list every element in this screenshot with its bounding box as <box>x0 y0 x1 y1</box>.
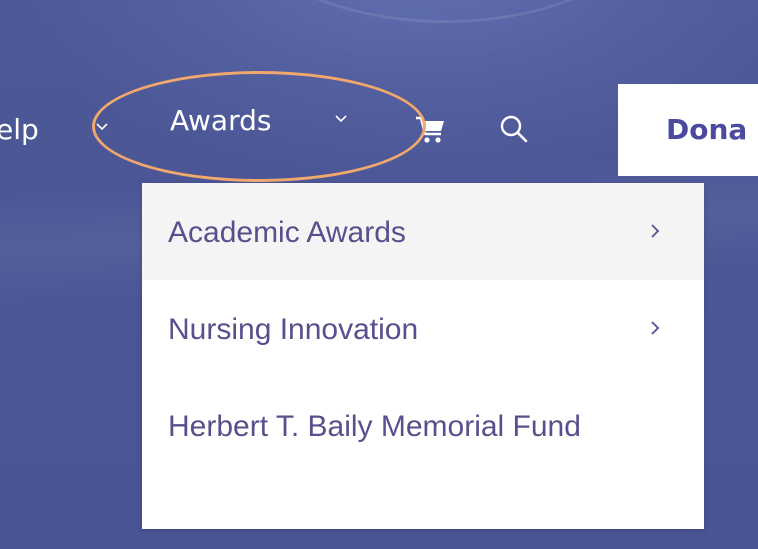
menu-item-label: Herbert T. Baily Memorial Fund <box>168 410 581 443</box>
donate-label: Dona <box>666 113 748 146</box>
menu-item-herbert-baily-fund[interactable]: Herbert T. Baily Memorial Fund <box>142 377 704 529</box>
cart-icon[interactable] <box>414 115 448 145</box>
chevron-down-icon[interactable] <box>95 120 109 134</box>
background-arc <box>210 0 680 23</box>
donate-button[interactable]: Dona <box>618 84 758 176</box>
chevron-right-icon <box>651 321 660 335</box>
chevron-right-icon <box>651 224 660 238</box>
menu-item-label: Nursing Innovation <box>168 313 419 346</box>
nav-item-help[interactable]: elp <box>0 114 39 146</box>
menu-item-academic-awards[interactable]: Academic Awards <box>142 183 704 280</box>
menu-item-label: Academic Awards <box>168 216 406 249</box>
search-icon[interactable] <box>498 113 530 145</box>
nav-item-awards[interactable]: Awards <box>170 105 271 137</box>
menu-item-nursing-innovation[interactable]: Nursing Innovation <box>142 280 704 377</box>
awards-dropdown-menu: Academic Awards Nursing Innovation Herbe… <box>142 183 704 529</box>
chevron-down-icon[interactable] <box>334 112 348 126</box>
